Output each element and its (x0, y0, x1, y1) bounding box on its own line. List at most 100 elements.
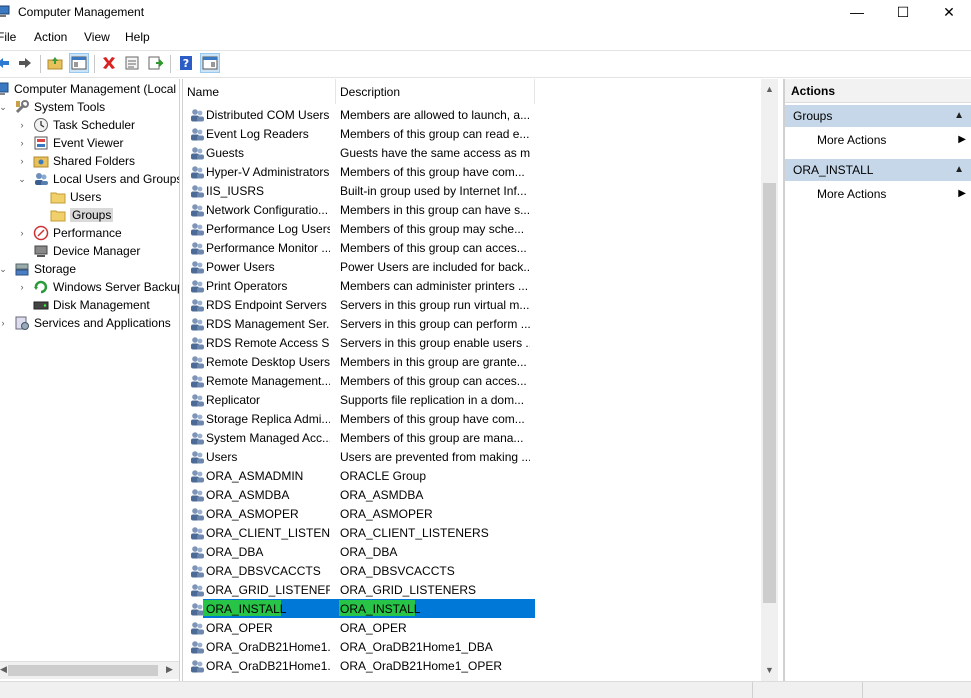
tree-horizontal-scrollbar[interactable]: ◀ ▶ (0, 661, 179, 679)
chevron-right-icon[interactable]: › (17, 120, 27, 130)
chevron-down-icon[interactable]: ⌄ (0, 264, 8, 275)
scroll-up-icon[interactable]: ▲ (761, 81, 778, 98)
table-row[interactable]: ORA_INSTALL ORA_INSTALL (183, 599, 763, 618)
menu-help[interactable]: Help (125, 30, 150, 44)
table-row[interactable]: RDS Remote Access S... Servers in this gr… (183, 333, 763, 352)
menu-action[interactable]: Action (34, 30, 67, 44)
table-row[interactable]: Performance Log Users Members of this gro… (183, 219, 763, 238)
menu-view[interactable]: View (84, 30, 110, 44)
table-row[interactable]: ORA_ASMDBA ORA_ASMDBA (183, 485, 763, 504)
more-actions-ora-install[interactable]: More Actions ▶ (785, 183, 971, 205)
chevron-right-icon[interactable]: › (17, 282, 27, 292)
table-row[interactable]: ORA_ASMOPER ORA_ASMOPER (183, 504, 763, 523)
chevron-right-icon[interactable]: › (17, 138, 27, 148)
scrollbar-thumb[interactable] (8, 665, 158, 676)
tree-node-storage[interactable]: ⌄ Storage (0, 260, 76, 278)
column-header-name[interactable]: Name (183, 79, 336, 104)
table-row[interactable]: ORA_DBSVCACCTS ORA_DBSVCACCTS (183, 561, 763, 580)
backup-icon (33, 279, 49, 295)
tree-node-system-tools[interactable]: ⌄ System Tools (0, 98, 105, 116)
table-row[interactable]: RDS Management Ser... Servers in this gro… (183, 314, 763, 333)
table-row[interactable]: Event Log Readers Members of this group c… (183, 124, 763, 143)
tree-node-device-manager[interactable]: Device Manager (33, 242, 140, 260)
tree-node-task-scheduler[interactable]: › Task Scheduler (17, 116, 135, 134)
table-row[interactable]: IIS_IUSRS Built-in group used by Internet… (183, 181, 763, 200)
table-row[interactable]: RDS Endpoint Servers Servers in this grou… (183, 295, 763, 314)
table-row[interactable]: Users Users are prevented from making ... (183, 447, 763, 466)
actions-section-ora-install[interactable]: ORA_INSTALL ▲ (785, 159, 971, 181)
chevron-right-icon[interactable]: › (0, 318, 8, 328)
show-hide-console-tree-button[interactable] (69, 53, 89, 73)
scroll-right-icon[interactable]: ▶ (166, 664, 173, 675)
help-icon: ? (180, 56, 192, 70)
maximize-button[interactable]: ☐ (880, 0, 926, 24)
tree-node-groups[interactable]: Groups (50, 206, 114, 224)
scrollbar-thumb[interactable] (763, 183, 776, 603)
tree-node-event-viewer[interactable]: › Event Viewer (17, 134, 124, 152)
list-vertical-scrollbar[interactable]: ▲ ▼ (761, 79, 778, 681)
chevron-right-icon[interactable]: › (17, 156, 27, 166)
table-row[interactable]: Hyper-V Administrators Members of this gr… (183, 162, 763, 181)
table-row[interactable]: ORA_DBA ORA_DBA (183, 542, 763, 561)
column-header-description[interactable]: Description (336, 79, 535, 104)
group-description: Members in this group can have s... (340, 203, 530, 217)
scroll-down-icon[interactable]: ▼ (761, 662, 778, 679)
forward-button[interactable] (16, 54, 34, 72)
chevron-right-icon[interactable]: › (17, 228, 27, 238)
collapse-icon[interactable]: ▲ (954, 105, 964, 127)
menu-file[interactable]: File (0, 30, 16, 44)
group-icon (189, 297, 205, 313)
tree-node-performance[interactable]: › Performance (17, 224, 122, 242)
tree-node-services-and-applications[interactable]: › Services and Applications (0, 314, 171, 332)
group-name: ORA_OraDB21Home1... (206, 640, 330, 654)
chevron-down-icon[interactable]: ⌄ (0, 102, 8, 113)
table-row[interactable]: ORA_OraDB21Home1... ORA_OraDB21Home1_DBA (183, 637, 763, 656)
table-row[interactable]: Replicator Supports file replication in a… (183, 390, 763, 409)
collapse-icon[interactable]: ▲ (954, 159, 964, 181)
table-row[interactable]: System Managed Acc... Members of this gro… (183, 428, 763, 447)
delete-button[interactable] (100, 54, 118, 72)
list-header: Name Description (183, 79, 763, 104)
scroll-left-icon[interactable]: ◀ (0, 664, 7, 675)
more-actions-groups[interactable]: More Actions ▶ (785, 129, 971, 151)
table-row[interactable]: Remote Desktop Users Members in this grou… (183, 352, 763, 371)
actions-section-groups[interactable]: Groups ▲ (785, 105, 971, 127)
table-row[interactable]: ORA_CLIENT_LISTENE... ORA_CLIENT_LISTENER… (183, 523, 763, 542)
group-icon (189, 316, 205, 332)
table-row[interactable]: ORA_OPER ORA_OPER (183, 618, 763, 637)
status-divider (862, 682, 864, 698)
tree-node-users[interactable]: Users (50, 188, 101, 206)
table-row[interactable]: ORA_OraDB21Home1... ORA_OraDB21Home1_OPER (183, 656, 763, 675)
show-hide-action-pane-button[interactable] (200, 53, 220, 73)
group-description: ORA_DBSVCACCTS (340, 564, 455, 578)
up-one-level-button[interactable] (46, 54, 64, 72)
tree-node-disk-management[interactable]: Disk Management (33, 296, 150, 314)
table-row[interactable]: Storage Replica Admi... Members of this g… (183, 409, 763, 428)
table-row[interactable]: Guests Guests have the same access as m..… (183, 143, 763, 162)
table-row[interactable]: Performance Monitor ... Members of this g… (183, 238, 763, 257)
tree-node-shared-folders[interactable]: › Shared Folders (17, 152, 136, 170)
close-button[interactable]: ✕ (926, 0, 971, 24)
export-list-button[interactable] (146, 54, 164, 72)
chevron-down-icon[interactable]: ⌄ (17, 174, 27, 185)
group-icon (189, 183, 205, 199)
table-row[interactable]: ORA_ASMADMIN ORACLE Group (183, 466, 763, 485)
tree-node-windows-server-backup[interactable]: › Windows Server Backup (17, 278, 180, 296)
back-button[interactable] (0, 54, 12, 72)
tree-node-computer-management[interactable]: Computer Management (Local (0, 80, 176, 98)
table-row[interactable]: Distributed COM Users Members are allowed… (183, 105, 763, 124)
properties-button[interactable] (123, 54, 141, 72)
device-manager-icon (33, 243, 49, 259)
help-button[interactable]: ? (177, 54, 195, 72)
table-row[interactable]: Network Configuratio... Members in this g… (183, 200, 763, 219)
actions-pane: Actions Groups ▲ More Actions ▶ ORA_INST… (784, 79, 971, 681)
minimize-button[interactable]: — (834, 0, 880, 24)
group-description: Members of this group are mana... (340, 431, 524, 445)
table-row[interactable]: Power Users Power Users are included for … (183, 257, 763, 276)
table-row[interactable]: Print Operators Members can administer pr… (183, 276, 763, 295)
table-row[interactable]: Remote Management... Members of this grou… (183, 371, 763, 390)
properties-icon (125, 56, 139, 70)
tree-node-local-users-and-groups[interactable]: ⌄ Local Users and Groups (17, 170, 179, 188)
title-bar: Computer Management — ☐ ✕ (0, 0, 971, 24)
table-row[interactable]: ORA_GRID_LISTENERS ORA_GRID_LISTENERS (183, 580, 763, 599)
